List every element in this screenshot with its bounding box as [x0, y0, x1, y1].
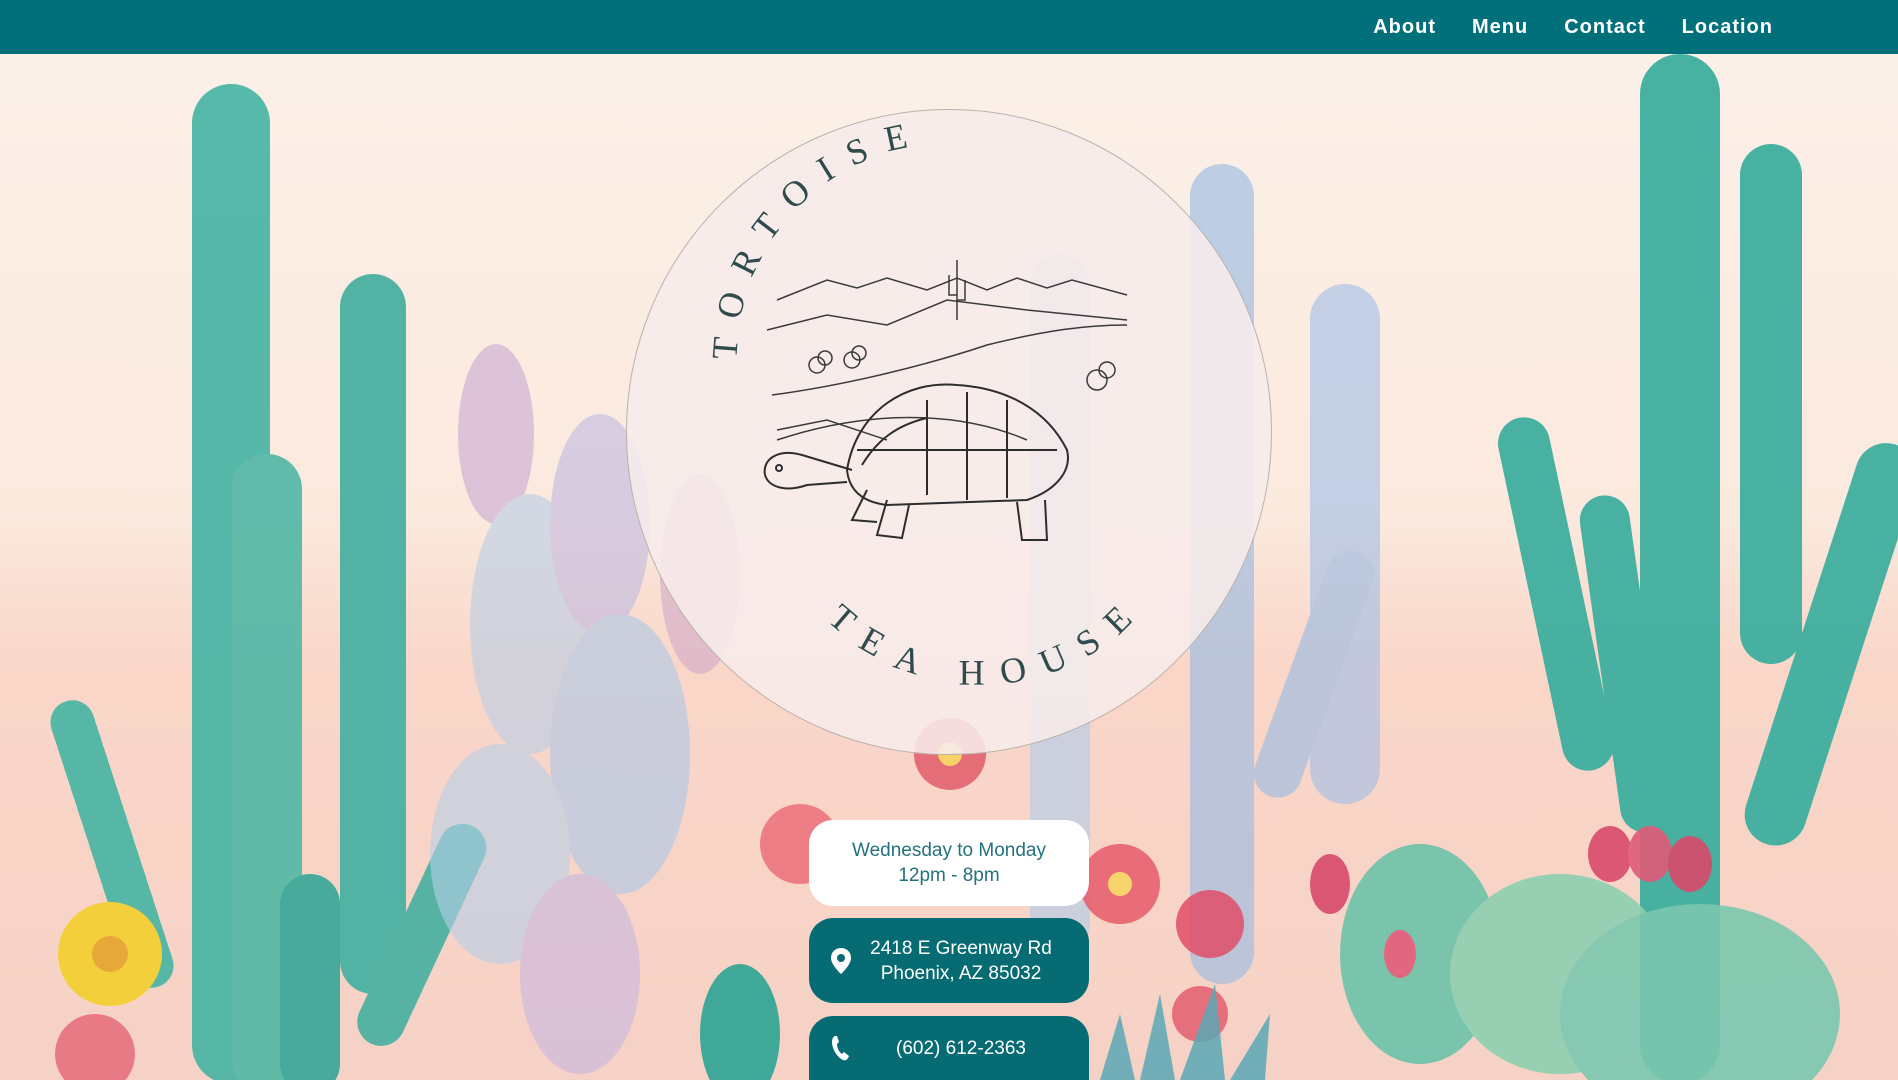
opening-hours-card: Wednesday to Monday 12pm - 8pm: [809, 820, 1089, 906]
map-pin-icon: [831, 947, 851, 974]
brand-logo: TORTOISE TEA HOUSE: [626, 109, 1272, 755]
logo-bottom-text: TEA HOUSE: [821, 585, 1134, 692]
svg-text:TEA HOUSE: TEA HOUSE: [821, 585, 1152, 692]
tortoise-logo-emblem: TORTOISE TEA HOUSE: [704, 112, 1152, 693]
nav-link-about[interactable]: About: [1373, 16, 1436, 39]
nav-link-location[interactable]: Location: [1682, 16, 1773, 39]
nav-links: About Menu Contact Location: [1373, 0, 1773, 54]
nav-link-contact[interactable]: Contact: [1564, 16, 1645, 39]
svg-text:TORTOISE: TORTOISE: [704, 112, 928, 361]
phone-icon: [832, 1036, 849, 1061]
hours-time: 12pm - 8pm: [898, 865, 1000, 886]
logo-top-text: TORTOISE: [704, 112, 910, 361]
nav-link-menu[interactable]: Menu: [1472, 16, 1528, 39]
top-navbar: About Menu Contact Location: [0, 0, 1898, 54]
address-button[interactable]: 2418 E Greenway Rd Phoenix, AZ 85032: [809, 918, 1089, 1003]
address-line-2: Phoenix, AZ 85032: [880, 962, 1042, 984]
phone-number: (602) 612-2363: [896, 1037, 1026, 1059]
phone-button[interactable]: (602) 612-2363: [809, 1016, 1089, 1080]
hours-days: Wednesday to Monday: [852, 840, 1046, 861]
address-line-1: 2418 E Greenway Rd: [870, 937, 1052, 959]
